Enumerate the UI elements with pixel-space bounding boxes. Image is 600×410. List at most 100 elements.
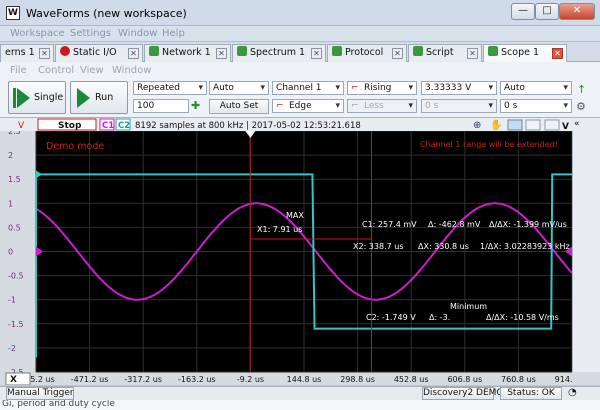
tab-protocol[interactable]: Protocol ✕ <box>327 44 407 62</box>
pan-icon[interactable]: ✋ <box>490 118 502 131</box>
x-tick-label: -9.2 us <box>237 375 264 384</box>
x-tick-label: 760.8 us <box>501 375 536 384</box>
tab-spectrum[interactable]: Spectrum 1 ✕ <box>232 44 326 62</box>
trigger-hysteresis-input[interactable]: 0 s <box>421 99 497 113</box>
trigger-source-select[interactable]: Channel 1 <box>272 81 344 95</box>
minimize-button[interactable]: — <box>511 3 535 20</box>
side-panel-expand-icon[interactable]: « <box>574 119 580 129</box>
tab-label: Scope 1 <box>501 47 540 58</box>
c2-delta-readout: Δ: -3. <box>429 313 450 322</box>
waveforms-window: W WaveForms (new workspace) — □ ✕ Worksp… <box>0 0 600 410</box>
y-tick-label: -1 <box>8 296 16 305</box>
tab-network[interactable]: Network 1 ✕ <box>144 44 231 62</box>
scope-icon <box>488 46 498 56</box>
scope-control-panel: File Control View Window Single Run Repe… <box>0 62 600 118</box>
sample-count-input[interactable]: 100 <box>133 99 189 113</box>
play-icon <box>17 88 30 108</box>
less-icon: ⌐ <box>351 101 359 111</box>
close-tab-icon[interactable]: ✕ <box>39 48 50 59</box>
y-tick-label: 1 <box>8 199 13 208</box>
close-tab-icon[interactable]: ✕ <box>467 48 478 59</box>
trigger-position-input[interactable]: 0 s <box>500 99 572 113</box>
title-bar: W WaveForms (new workspace) — □ ✕ <box>0 0 600 26</box>
close-tab-icon[interactable]: ✕ <box>392 48 403 59</box>
c1-slope-readout: Δ/ΔX: -1.399 mV/us <box>489 220 567 229</box>
main-menu-bar: Workspace Settings Window Help <box>0 26 600 42</box>
tab-scope[interactable]: Scope 1 ✕ <box>483 44 567 63</box>
trigger-condition-label: Rising <box>364 83 392 93</box>
close-tab-icon[interactable]: ✕ <box>216 48 227 59</box>
trigger-type-label: Edge <box>289 101 312 111</box>
cursor-mode-icon[interactable] <box>507 119 523 131</box>
x-tick-label: 144.8 us <box>287 375 322 384</box>
maximize-button[interactable]: □ <box>535 3 559 20</box>
y-tick-label: 1.5 <box>8 175 21 184</box>
scope-plot[interactable]: 2.521.510.50-0.5-1-1.5-2-2.5 -625.2 us-4… <box>0 118 572 385</box>
script-icon <box>413 46 423 56</box>
add-icon[interactable]: ✚ <box>191 99 200 112</box>
scope-menu-window[interactable]: Window <box>112 65 151 76</box>
trigger-holdoff-select[interactable]: Auto <box>500 81 572 95</box>
c1-label: C1 <box>102 121 114 131</box>
trigger-filter-label: Less <box>364 101 384 111</box>
acquisition-mode-select[interactable]: Repeated <box>133 81 207 95</box>
trigger-type-select[interactable]: ⌐ Edge <box>272 99 344 113</box>
y-tick-label: 2 <box>8 151 13 160</box>
manual-trigger-button[interactable]: Manual Trigger <box>6 387 74 400</box>
single-button[interactable]: Single <box>8 81 66 114</box>
trigger-condition-select[interactable]: ⌐ Rising <box>347 81 417 95</box>
c1-value-readout: C1: 257.4 mV <box>362 220 417 229</box>
view-mode-icon[interactable] <box>544 119 560 131</box>
help-icon[interactable]: ◔ <box>568 387 577 398</box>
close-tab-icon[interactable]: ✕ <box>311 48 322 59</box>
scope-menu-view[interactable]: View <box>80 65 104 76</box>
run-button[interactable]: Run <box>70 81 128 114</box>
max-label: MAX <box>286 211 304 220</box>
inverse-dx-readout: 1/ΔX: 3.02283923 kHz <box>480 242 570 251</box>
x-tick-label: 298.8 us <box>340 375 375 384</box>
zoom-icon[interactable]: ⊕ <box>473 120 481 131</box>
tab-script[interactable]: Script ✕ <box>408 44 482 62</box>
scope-menu-file[interactable]: File <box>10 65 27 76</box>
y-tick-label: -0.5 <box>8 272 24 281</box>
close-button[interactable]: ✕ <box>559 3 595 20</box>
range-warning: Channel 1 range will be extended! <box>420 140 558 149</box>
settings-icon[interactable]: ⚙ <box>576 100 586 113</box>
y-axis-unit-left: V <box>18 121 25 131</box>
x-tick-label: 606.8 us <box>447 375 482 384</box>
auto-set-button[interactable]: Auto Set <box>209 99 269 114</box>
tab-static-io[interactable]: Static I/O ✕ <box>55 44 143 62</box>
background-text-strip: Gi, period and duty cycle <box>0 400 600 410</box>
tab-patterns[interactable]: erns 1 ✕ <box>0 44 54 62</box>
menu-workspace[interactable]: Workspace <box>10 28 65 39</box>
close-tab-icon[interactable]: ✕ <box>552 48 563 59</box>
menu-window[interactable]: Window <box>118 28 157 39</box>
trigger-mode-select[interactable]: Auto <box>209 81 269 95</box>
trigger-filter-select[interactable]: ⌐ Less <box>347 99 417 113</box>
c1-delta-readout: Δ: -462.8 mV <box>428 220 481 229</box>
device-button[interactable]: Discovery2 DEMO <box>422 387 504 400</box>
minimum-label: Minimum <box>450 302 487 311</box>
x2-readout: X2: 338.7 us <box>353 242 404 251</box>
tab-label: Network 1 <box>162 47 211 58</box>
play-icon <box>77 88 90 108</box>
acquisition-info: 8192 samples at 800 kHz | 2017-05-02 12:… <box>135 121 361 131</box>
right-side-panel[interactable] <box>572 131 600 372</box>
rising-edge-icon: ⌐ <box>351 83 359 93</box>
x-tick-label: 452.8 us <box>394 375 429 384</box>
y-tick-label: -2 <box>8 344 16 353</box>
tab-label: Script <box>426 47 454 58</box>
tab-label: erns 1 <box>5 47 35 58</box>
window-title: WaveForms (new workspace) <box>26 7 187 20</box>
trigger-level-input[interactable]: 3.33333 V <box>421 81 497 95</box>
run-label: Run <box>95 92 114 103</box>
measure-mode-icon[interactable] <box>525 119 541 131</box>
status-bar: Manual Trigger Discovery2 DEMO Status: O… <box>0 386 600 400</box>
menu-help[interactable]: Help <box>162 28 185 39</box>
menu-settings[interactable]: Settings <box>70 28 111 39</box>
scope-menu-control[interactable]: Control <box>38 65 74 76</box>
background-text: Gi, period and duty cycle <box>2 400 115 409</box>
x-tick-label: -471.2 us <box>71 375 109 384</box>
up-arrow-icon[interactable]: ↑ <box>577 83 586 96</box>
close-tab-icon[interactable]: ✕ <box>128 48 139 59</box>
